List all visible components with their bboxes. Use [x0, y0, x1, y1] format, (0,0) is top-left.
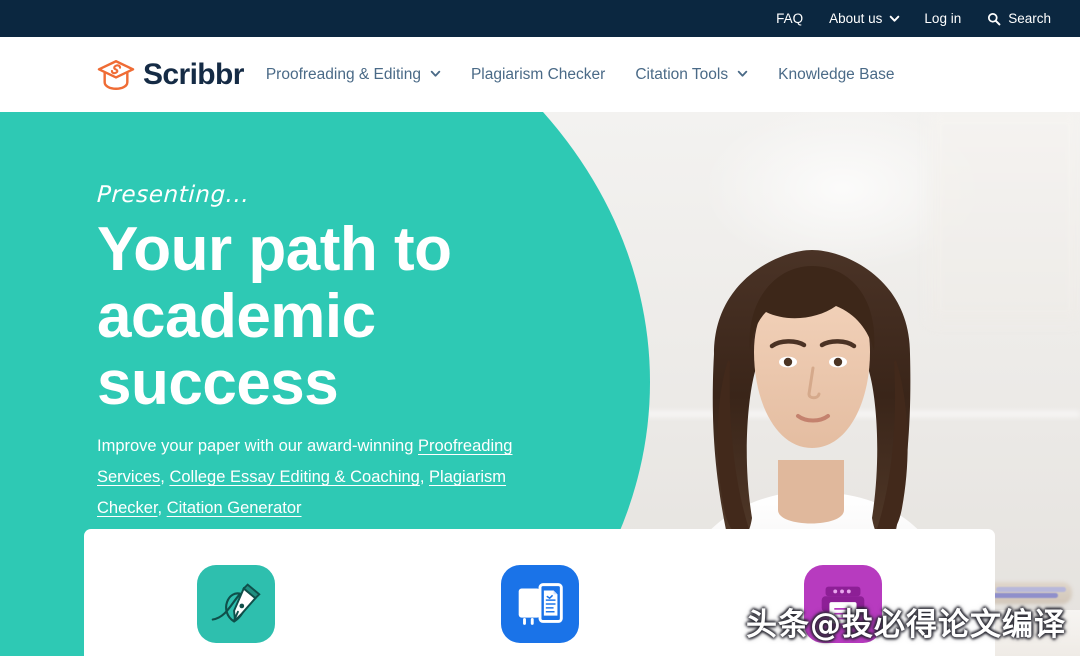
service-item-proofreading-editing[interactable]: [84, 529, 388, 643]
graduation-cap-icon: [96, 58, 136, 92]
hero-subtitle: Improve your paper with our award-winnin…: [97, 431, 567, 524]
hero-subtitle-prefix: Improve your paper with our award-winnin…: [97, 437, 418, 455]
service-item-plagiarism-checker[interactable]: [388, 529, 692, 643]
topbar-login-label: Log in: [924, 11, 962, 26]
nav-item-proofreading-editing[interactable]: Proofreading & Editing: [266, 66, 441, 84]
hero-link-separator-2: ,: [419, 468, 430, 486]
hero-link-separator-3: ,: [157, 499, 167, 517]
watermark-text: 头条@投必得论文编译: [746, 607, 1066, 643]
topbar-search-label: Search: [1008, 11, 1051, 26]
top-utility-bar: FAQ About us Log in Search: [0, 0, 1080, 37]
fountain-pen-icon: [196, 565, 275, 643]
hero-headline: Your path to academic success: [97, 216, 567, 417]
hero-link-college-essay-editing-coaching[interactable]: College Essay Editing & Coaching: [169, 468, 419, 486]
nav-label-proofreading-editing: Proofreading & Editing: [265, 65, 421, 83]
topbar-item-search[interactable]: Search: [987, 11, 1051, 26]
topbar-faq-label: FAQ: [776, 11, 804, 26]
chevron-down-icon: [430, 68, 441, 79]
nav-label-plagiarism-checker: Plagiarism Checker: [470, 65, 606, 83]
chevron-down-icon: [889, 13, 900, 22]
topbar-item-about-us[interactable]: About us: [829, 11, 900, 26]
nav-item-citation-tools[interactable]: Citation Tools: [635, 66, 748, 84]
topbar-item-log-in[interactable]: Log in: [924, 11, 961, 26]
page-root: FAQ About us Log in Search Scribbr Proof…: [0, 0, 1080, 656]
nav-item-knowledge-base[interactable]: Knowledge Base: [778, 66, 894, 84]
document-compare-icon: [500, 565, 579, 643]
scribbr-logo[interactable]: Scribbr: [96, 58, 244, 92]
hero-eyebrow: Presenting...: [96, 182, 251, 208]
hero-copy: Presenting... Your path to academic succ…: [96, 182, 567, 524]
hero-link-citation-generator[interactable]: Citation Generator: [167, 499, 302, 517]
nav-label-knowledge-base: Knowledge Base: [778, 65, 895, 83]
nav-label-citation-tools: Citation Tools: [635, 65, 729, 83]
hero-headline-line-1: Your path to: [97, 215, 452, 284]
hero-headline-line-3: success: [97, 349, 339, 418]
topbar-about-label: About us: [829, 11, 883, 26]
primary-navigation: Proofreading & Editing Plagiarism Checke…: [266, 66, 925, 84]
logo-wordmark: Scribbr: [143, 57, 244, 91]
chevron-down-icon: [737, 68, 748, 79]
nav-item-plagiarism-checker[interactable]: Plagiarism Checker: [471, 66, 605, 84]
search-icon: [987, 12, 1001, 26]
pencil-icon: [996, 587, 1066, 592]
topbar-item-faq[interactable]: FAQ: [776, 11, 803, 26]
hero-headline-line-2: academic: [97, 282, 376, 351]
hero-section: Presenting... Your path to academic succ…: [0, 112, 1080, 656]
site-header: Scribbr Proofreading & Editing Plagiaris…: [0, 37, 1080, 112]
